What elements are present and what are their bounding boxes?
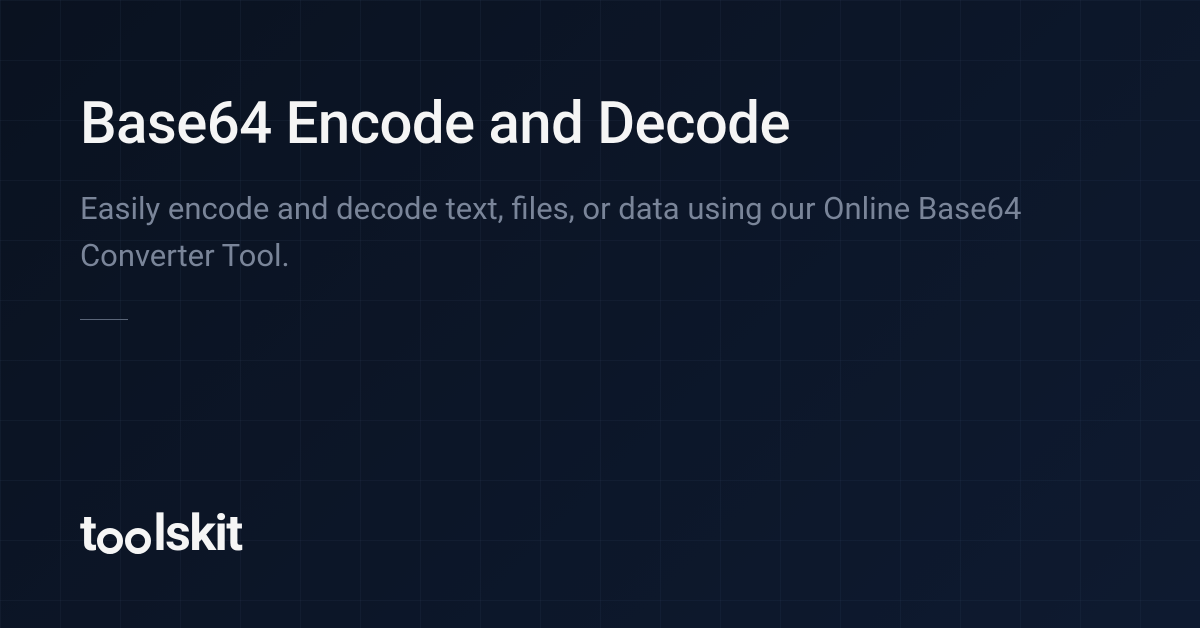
logo-prefix: t (80, 505, 95, 563)
page-subtitle: Easily encode and decode text, files, or… (80, 186, 1060, 279)
toolskit-logo: t lskit (80, 505, 242, 563)
logo-suffix: lskit (153, 505, 241, 563)
logo-oo-icon (97, 524, 151, 550)
logo-circle-icon (125, 528, 151, 554)
logo-container: t lskit (80, 505, 242, 563)
divider-line (80, 319, 128, 320)
page-title: Base64 Encode and Decode (80, 90, 1120, 158)
logo-circle-icon (97, 528, 123, 554)
main-content: Base64 Encode and Decode Easily encode a… (0, 0, 1200, 628)
